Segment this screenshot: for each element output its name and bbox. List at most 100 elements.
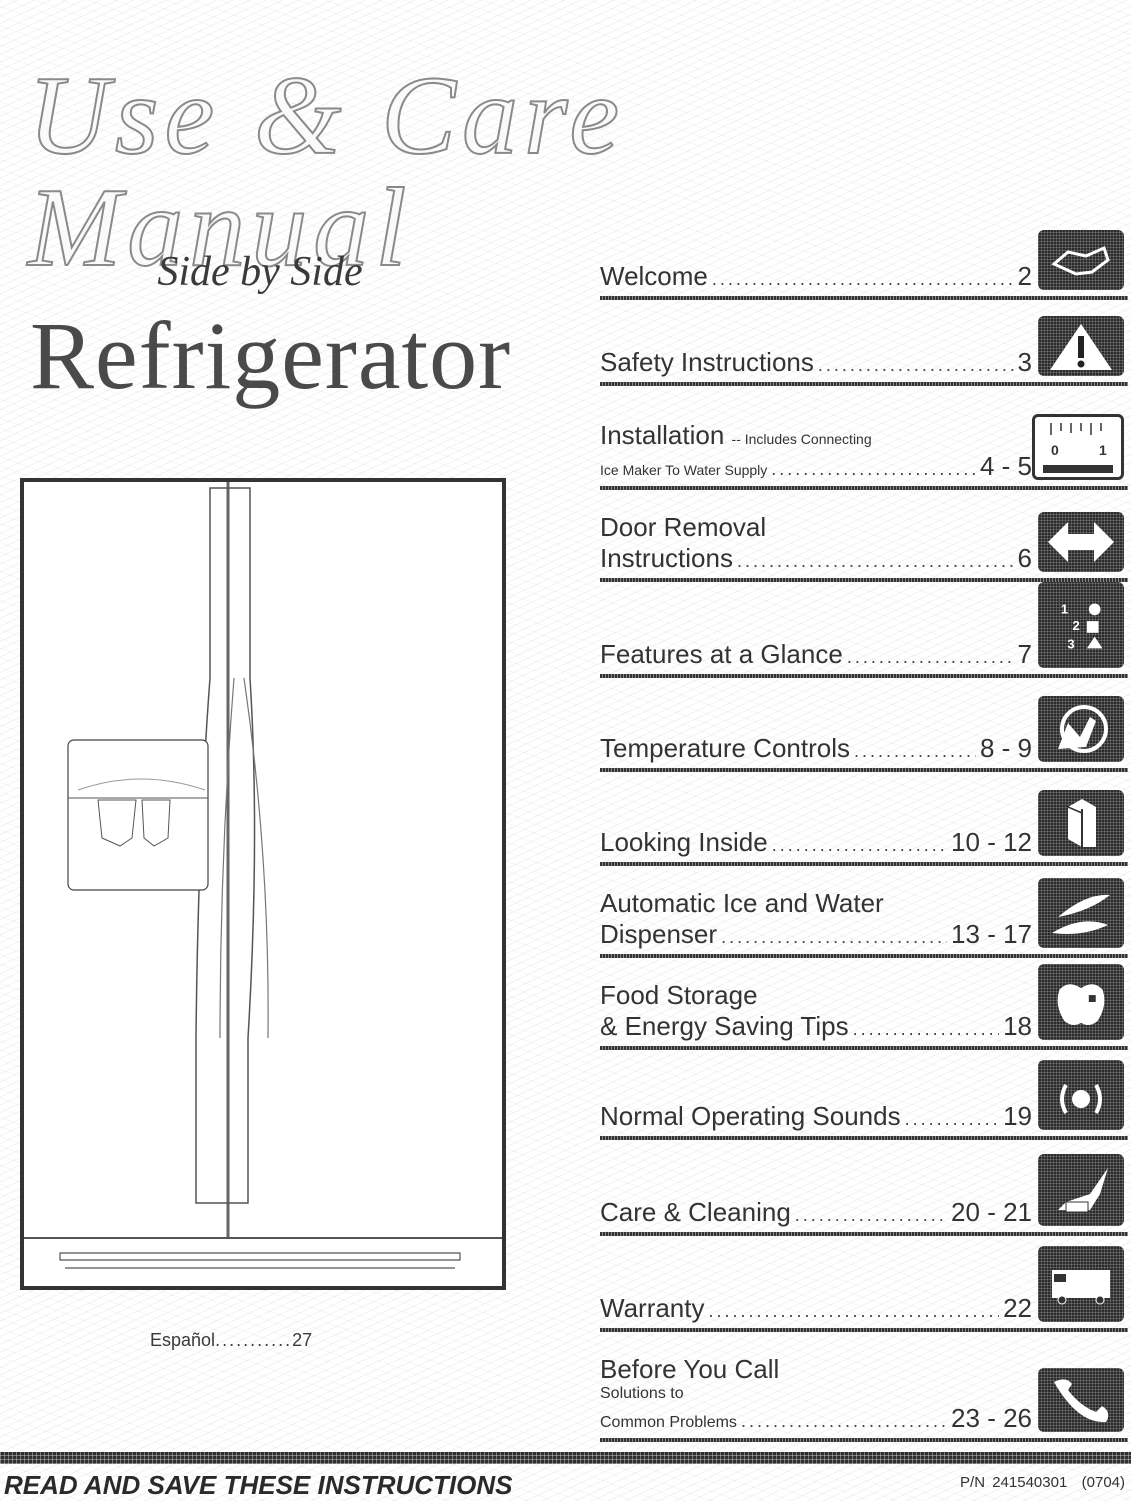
toc-item-looking-inside[interactable]: Looking Inside..........................…	[600, 772, 1128, 866]
toc-item-temperature-controls[interactable]: Temperature Controls....................…	[600, 678, 1128, 772]
toc-title: Warranty	[600, 1293, 705, 1323]
espanol-page: 27	[292, 1330, 313, 1350]
toc-page: 10 - 12	[951, 827, 1032, 857]
toc-text: Welcome.................................…	[600, 261, 1032, 292]
hand-dial-icon	[1038, 696, 1124, 762]
toc-text: Safety Instructions.....................…	[600, 347, 1032, 378]
toc-page: 4 - 5	[979, 451, 1032, 481]
toc-item-care-cleaning[interactable]: Care & Cleaning.........................…	[600, 1140, 1128, 1236]
toc-page: 3	[1017, 347, 1032, 377]
part-number: P/N 241540301 (0704)	[960, 1474, 1125, 1491]
leaves-icon	[1038, 878, 1124, 948]
toc-item-features[interactable]: Features at a Glance....................…	[600, 582, 1128, 678]
svg-text:1: 1	[1061, 601, 1068, 616]
toc-page: 22	[1003, 1293, 1032, 1323]
espanol-link[interactable]: Español...........27	[150, 1330, 312, 1351]
toc-item-food-storage[interactable]: Food Storage & Energy Saving Tips.......…	[600, 958, 1128, 1050]
toc-subline: Solutions to	[600, 1385, 684, 1402]
toc-leader: ........................................	[708, 1301, 1000, 1321]
service-truck-icon	[1038, 1246, 1124, 1322]
toc-page: 2	[1017, 261, 1032, 291]
subtitle: Side by Side	[157, 249, 363, 295]
svg-text:3: 3	[1067, 636, 1074, 651]
toc-text: Installation -- Includes Connecting Ice …	[600, 420, 1032, 482]
dispenser-panel	[67, 739, 209, 891]
toc-leader: ........................................	[771, 835, 948, 855]
double-arrow-icon	[1038, 512, 1124, 572]
read-save-instructions: READ AND SAVE THESE INSTRUCTIONS	[4, 1470, 513, 1500]
toc-text: Before You Call Solutions to Common Prob…	[600, 1354, 1032, 1434]
toc-item-before-you-call[interactable]: Before You Call Solutions to Common Prob…	[600, 1332, 1128, 1442]
toc-title-suffix: -- Includes Connecting	[731, 431, 872, 447]
espanol-leader: ...........	[215, 1330, 293, 1350]
toc-leader: ........................................	[794, 1205, 948, 1225]
divider	[600, 1438, 1128, 1442]
product-name: Refrigerator	[30, 302, 512, 409]
toc-title: Food Storage	[600, 980, 758, 1010]
toc-leader: ........................................	[711, 269, 1014, 289]
toc-title: Installation	[600, 420, 725, 450]
numbered-shapes-icon: 12 3	[1038, 582, 1124, 668]
toc-text: Door Removal Instructions...............…	[600, 512, 1032, 574]
toc-leader: ........................................	[771, 459, 976, 479]
toc-item-dispenser[interactable]: Automatic Ice and Water Dispenser.......…	[600, 866, 1128, 958]
toc-item-sounds[interactable]: Normal Operating Sounds.................…	[600, 1050, 1128, 1140]
sound-waves-icon	[1038, 1060, 1124, 1130]
toc-subline2: Common Problems	[600, 1414, 737, 1431]
toc-item-welcome[interactable]: Welcome.................................…	[600, 190, 1128, 300]
footer-bar	[0, 1452, 1131, 1464]
refrigerator-box-icon	[1038, 790, 1124, 856]
espanol-label: Español	[150, 1330, 216, 1350]
part-number-value: P/N 241540301	[960, 1474, 1068, 1491]
water-spout	[141, 799, 171, 847]
toc-leader: ........................................	[740, 1411, 947, 1431]
toc-title: Features at a Glance	[600, 639, 843, 669]
toc-item-door-removal[interactable]: Door Removal Instructions...............…	[600, 490, 1128, 582]
toc-page: 13 - 17	[951, 919, 1032, 949]
ruler-icon: 01	[1032, 414, 1124, 480]
ice-chute	[97, 799, 137, 847]
toc-title: Door Removal	[600, 512, 767, 542]
svg-text:2: 2	[1073, 618, 1080, 633]
toc-page: 19	[1003, 1101, 1032, 1131]
toc-leader: ........................................	[854, 741, 976, 761]
toc-text: Features at a Glance....................…	[600, 639, 1032, 670]
toc-item-installation[interactable]: Installation -- Includes Connecting Ice …	[600, 386, 1128, 490]
toc-page: 7	[1017, 639, 1032, 669]
date-code: (0704)	[1081, 1474, 1125, 1491]
toc-title: Welcome	[600, 261, 708, 291]
handshake-icon	[1038, 230, 1124, 290]
toc-leader: ........................................	[736, 551, 1014, 571]
ruler-label-1: 1	[1099, 442, 1107, 458]
toc-text: Temperature Controls....................…	[600, 733, 1032, 764]
telephone-icon	[1038, 1368, 1124, 1432]
toc-leader: ........................................	[852, 1019, 1000, 1039]
toc-text: Normal Operating Sounds.................…	[600, 1101, 1032, 1132]
toc-leader: ........................................	[817, 355, 1014, 375]
ruler-label-0: 0	[1051, 442, 1059, 458]
toc-title: Temperature Controls	[600, 733, 850, 763]
toc-title: Looking Inside	[600, 827, 768, 857]
toc-title: Automatic Ice and Water	[600, 888, 884, 918]
toc-leader: ........................................	[904, 1109, 1000, 1129]
toc-title-line2: Dispenser	[600, 919, 718, 949]
toc-title: Care & Cleaning	[600, 1197, 791, 1227]
toc-text: Looking Inside..........................…	[600, 827, 1032, 858]
warning-icon	[1038, 316, 1124, 376]
toc-page: 6	[1017, 543, 1032, 573]
cleaning-hand-icon	[1038, 1154, 1124, 1226]
toc-page: 8 - 9	[979, 733, 1032, 763]
toc-title: Before You Call	[600, 1354, 780, 1384]
toc-leader: ........................................	[846, 647, 1014, 667]
toc-text: Food Storage & Energy Saving Tips.......…	[600, 980, 1032, 1042]
toc-item-safety[interactable]: Safety Instructions.....................…	[600, 300, 1128, 386]
toc-text: Automatic Ice and Water Dispenser.......…	[600, 888, 1032, 950]
toc-title-line2: Instructions	[600, 543, 733, 573]
toc-title: Normal Operating Sounds	[600, 1101, 901, 1131]
toc-text: Warranty................................…	[600, 1293, 1032, 1324]
toc-title: Safety Instructions	[600, 347, 814, 377]
toc-item-warranty[interactable]: Warranty................................…	[600, 1236, 1128, 1332]
toc-page: 20 - 21	[951, 1197, 1032, 1227]
refrigerator-illustration	[20, 478, 506, 1290]
toc-page: 23 - 26	[951, 1403, 1032, 1433]
